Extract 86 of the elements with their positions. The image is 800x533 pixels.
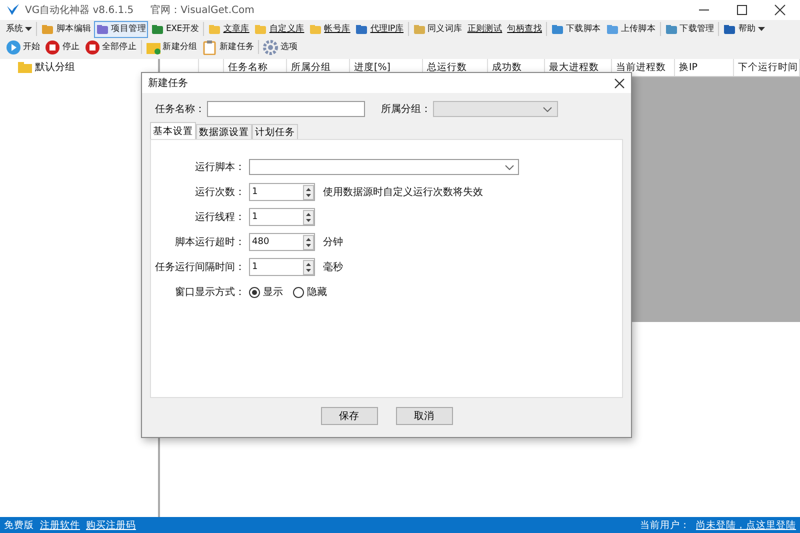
close-icon[interactable]	[614, 78, 625, 88]
field-label: 任务运行间隔时间：	[154, 260, 245, 274]
script-select[interactable]	[249, 159, 519, 175]
toolbar-button[interactable]: 下载管理	[662, 20, 716, 38]
play-icon	[6, 40, 21, 54]
toolbar-button[interactable]: 系统	[4, 20, 34, 38]
register-link[interactable]: 购买注册码	[86, 518, 136, 532]
toolbar-button[interactable]: 脚本编辑	[39, 20, 94, 38]
caret-icon	[25, 27, 32, 31]
window-title: VG自动化神器 v8.6.1.5	[25, 4, 134, 17]
spinner-arrows-icon[interactable]	[303, 210, 314, 224]
spin-field[interactable]: 480	[249, 233, 315, 251]
toolbar-button[interactable]: 自定义库	[252, 20, 306, 38]
toolbar-button[interactable]: 开始	[4, 38, 42, 56]
maximize-icon[interactable]	[736, 4, 748, 16]
toolbar-icon	[606, 22, 619, 36]
tree-item[interactable]: 默认分组	[0, 59, 158, 74]
spin-field[interactable]: 1	[249, 183, 315, 201]
toolbar-button[interactable]: 项目管理	[94, 20, 148, 38]
spinner-arrows-icon[interactable]	[303, 184, 314, 200]
toolbar-button[interactable]: 新建分组	[144, 38, 200, 56]
caret-icon	[543, 106, 552, 112]
hint-text: 毫秒	[323, 260, 343, 274]
radio-option[interactable]: 显示	[249, 285, 283, 299]
dialog-button[interactable]: 保存	[320, 407, 378, 425]
dialog-title: 新建任务	[148, 76, 188, 90]
spinner-arrows-icon[interactable]	[303, 234, 314, 250]
stop-icon	[45, 40, 60, 54]
toolbar-button[interactable]: 正则测试	[465, 20, 504, 38]
tab[interactable]: 数据源设置	[196, 124, 252, 139]
toolbar-icon	[412, 22, 426, 36]
app-logo-icon	[6, 3, 20, 17]
close-icon[interactable]	[774, 4, 786, 16]
toolbar-button[interactable]: 文章库	[206, 20, 252, 38]
tab[interactable]: 基本设置	[150, 122, 196, 139]
toolbar-icon	[41, 22, 54, 36]
toolbar-button[interactable]: 帐号库	[307, 20, 352, 38]
toolbar-icon	[208, 22, 222, 36]
toolbar-icon	[355, 22, 368, 36]
gear-icon	[263, 40, 278, 54]
toolbar-button[interactable]: 下载脚本	[548, 20, 603, 38]
toolbar-button[interactable]: 停止	[43, 38, 82, 56]
toolbar-icon	[151, 22, 164, 36]
register-link[interactable]: 注册软件	[40, 518, 80, 532]
edition-label: 免费版	[4, 518, 34, 532]
dialog-button[interactable]: 取消	[396, 407, 452, 425]
toolbar-button[interactable]: 选项	[261, 38, 300, 56]
toolbar-icon	[664, 22, 678, 36]
toolbar-icon	[96, 22, 110, 36]
toolbar-icon	[723, 22, 736, 36]
spin-field[interactable]: 1	[249, 208, 315, 226]
toolbar-button[interactable]: 帮助	[721, 20, 767, 38]
radio-option[interactable]: 隐藏	[293, 285, 327, 299]
field-label: 所属分组：	[381, 102, 431, 116]
spin-field[interactable]: 1	[249, 258, 315, 276]
caret-icon	[505, 164, 514, 170]
field-label: 窗口显示方式：	[174, 286, 245, 299]
website-text: 官网：VisualGet.Com	[150, 4, 254, 17]
task-name-field[interactable]	[207, 101, 365, 117]
field-label: 运行脚本：	[194, 160, 245, 174]
folder-icon	[18, 62, 32, 72]
toolbar-button[interactable]: 上传脚本	[604, 20, 658, 38]
login-link[interactable]: 尚未登陆，点这里登陆	[696, 518, 796, 532]
toolbar-icon	[550, 22, 564, 36]
clipboard-icon	[202, 40, 218, 54]
field-label: 脚本运行超时：	[174, 236, 245, 249]
toolbar-button[interactable]: 句柄查找	[505, 20, 544, 38]
tab[interactable]: 计划任务	[252, 124, 298, 139]
field-label: 任务名称：	[155, 103, 205, 116]
toolbar-button[interactable]: 同义词库	[410, 20, 464, 38]
hint-text: 使用数据源时自定义运行次数将失效	[323, 186, 483, 199]
column-header[interactable]: 下个运行时间	[734, 59, 800, 76]
hint-text: 分钟	[323, 236, 343, 249]
column-header[interactable]: 换IP	[675, 59, 734, 76]
stop-icon	[84, 40, 100, 54]
toolbar-icon	[309, 22, 322, 36]
field-label: 运行次数：	[194, 186, 245, 199]
caret-icon	[758, 27, 765, 31]
toolbar-icon	[254, 22, 268, 36]
current-user-label: 当前用户：	[640, 518, 690, 532]
toolbar-button[interactable]: 新建任务	[200, 38, 256, 56]
field-label: 运行线程：	[194, 210, 245, 224]
spinner-arrows-icon[interactable]	[303, 260, 314, 274]
toolbar-button[interactable]: 全部停止	[82, 38, 139, 56]
toolbar-button[interactable]: EXE开发	[149, 20, 202, 38]
toolbar-button[interactable]: 代理IP库	[353, 20, 406, 38]
